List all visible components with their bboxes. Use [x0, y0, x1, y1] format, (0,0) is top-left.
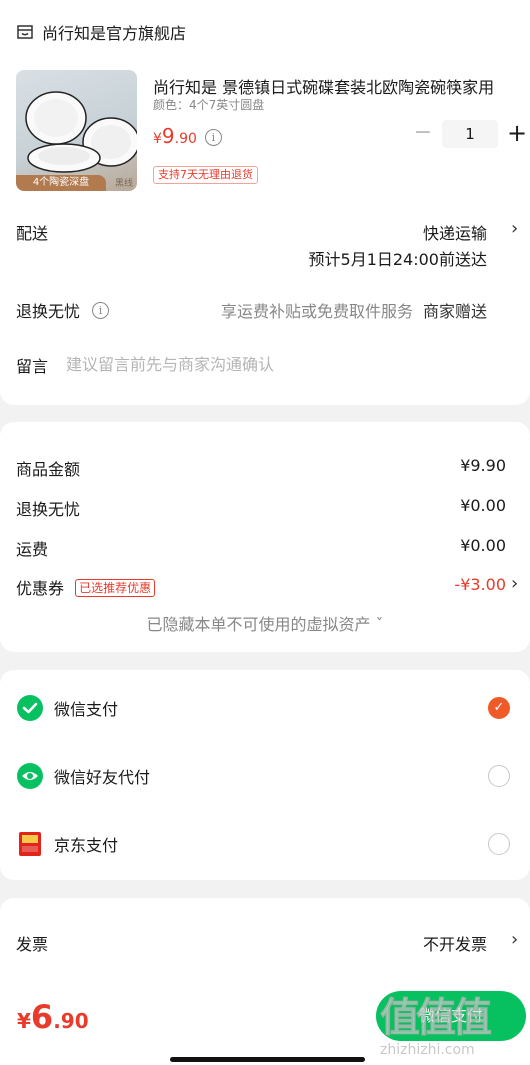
price-info-icon[interactable]: i: [204, 129, 222, 146]
invoice-value[interactable]: 不开发票: [423, 931, 487, 955]
store-header[interactable]: 尚行知是官方旗舰店: [16, 20, 186, 44]
return-policy-badge: 支持7天无理由退货: [153, 166, 258, 184]
chevron-right-icon[interactable]: ›: [511, 929, 518, 950]
shipping-fee-value: ¥0.00: [460, 536, 506, 555]
info-icon[interactable]: i: [92, 301, 110, 319]
message-input[interactable]: [66, 352, 496, 376]
jd-pay-icon: [16, 830, 44, 858]
order-item-card: 尚行知是官方旗舰店 4个陶瓷深盘 黑线 尚行知是 景德镇日式碗碟套装北欧陶瓷碗筷…: [0, 0, 530, 405]
quantity-stepper: − 1 +: [410, 120, 530, 148]
payment-name: 微信好友代付: [54, 768, 151, 787]
returns-seller-note: 商家赠送: [422, 302, 487, 321]
plates-image: [25, 91, 137, 173]
returns-description: 享运费补贴或免费取件服务 商家赠送: [221, 298, 487, 322]
payment-name: 微信支付: [54, 700, 119, 719]
product-spec[interactable]: 颜色：4个7英寸圆盘: [153, 96, 264, 113]
coupon-tag: 已选推荐优惠: [75, 579, 156, 597]
goods-amount-row: 商品金额 ¥9.90: [16, 456, 514, 480]
chevron-right-icon[interactable]: ›: [511, 218, 518, 239]
delivery-method[interactable]: 快递运输: [423, 220, 487, 244]
total-price: ¥ 6 .90: [17, 998, 89, 1036]
delivery-label: 配送: [16, 224, 49, 243]
radio-checked[interactable]: ✓: [488, 697, 510, 719]
returns-label-text: 退换无忧: [16, 302, 81, 321]
wechat-pay-icon: [16, 694, 44, 722]
store-icon: [17, 25, 33, 39]
payment-option-jd[interactable]: 京东支付: [16, 824, 514, 864]
total-currency: ¥: [17, 1009, 31, 1033]
radio-unchecked[interactable]: [488, 765, 510, 787]
chevron-right-icon[interactable]: ›: [511, 573, 518, 594]
store-name: 尚行知是官方旗舰店: [42, 24, 187, 43]
shipping-fee-row: 运费 ¥0.00: [16, 536, 514, 560]
returns-fee-value: ¥0.00: [460, 496, 506, 515]
thumbnail-tag: 4个陶瓷深盘: [16, 175, 106, 191]
product-title[interactable]: 尚行知是 景德镇日式碗碟套装北欧陶瓷碗筷家用: [153, 74, 515, 98]
product-price: ¥ 9 .90 i: [153, 124, 222, 148]
returns-desc-text: 享运费补贴或免费取件服务: [220, 302, 413, 321]
message-label: 留言: [16, 357, 49, 376]
pay-button[interactable]: 微信支付: [376, 991, 526, 1041]
hidden-assets-toggle[interactable]: 已隐藏本单不可使用的虚拟资产 ˇ: [0, 611, 530, 635]
product-thumbnail[interactable]: 4个陶瓷深盘 黑线: [16, 70, 137, 191]
total-integer: 6: [30, 998, 54, 1036]
payment-option-wechat[interactable]: 微信支付 ✓: [16, 688, 514, 728]
returns-fee-label: 退换无忧: [16, 500, 81, 519]
decrease-button[interactable]: −: [410, 120, 436, 148]
quantity-value[interactable]: 1: [442, 120, 498, 148]
increase-button[interactable]: +: [504, 120, 530, 148]
returns-fee-row: 退换无忧 ¥0.00: [16, 496, 514, 520]
coupon-label: 优惠券: [16, 579, 65, 598]
price-currency: ¥: [153, 131, 162, 147]
thumbnail-tag-secondary: 黑线: [114, 179, 133, 189]
invoice-label: 发票: [16, 935, 49, 954]
payment-option-wechat-friend[interactable]: 微信好友代付: [16, 756, 514, 796]
price-decimal: .90: [174, 131, 197, 147]
returns-label: 退换无忧 i: [16, 298, 110, 322]
price-integer: 9: [161, 124, 175, 148]
home-indicator[interactable]: [170, 1057, 365, 1062]
coupon-value[interactable]: -¥3.00: [454, 575, 506, 594]
wechat-friend-pay-icon: [16, 762, 44, 790]
coupon-row[interactable]: 优惠券 已选推荐优惠 -¥3.00: [16, 575, 514, 599]
payment-name: 京东支付: [54, 836, 119, 855]
coupon-label-group: 优惠券 已选推荐优惠: [16, 575, 156, 599]
shipping-fee-label: 运费: [16, 540, 49, 559]
delivery-eta: 预计5月1日24:00前送达: [308, 250, 487, 269]
total-decimal: .90: [53, 1009, 89, 1033]
goods-amount-value: ¥9.90: [460, 456, 506, 475]
radio-unchecked[interactable]: [488, 833, 510, 855]
goods-amount-label: 商品金额: [16, 460, 81, 479]
